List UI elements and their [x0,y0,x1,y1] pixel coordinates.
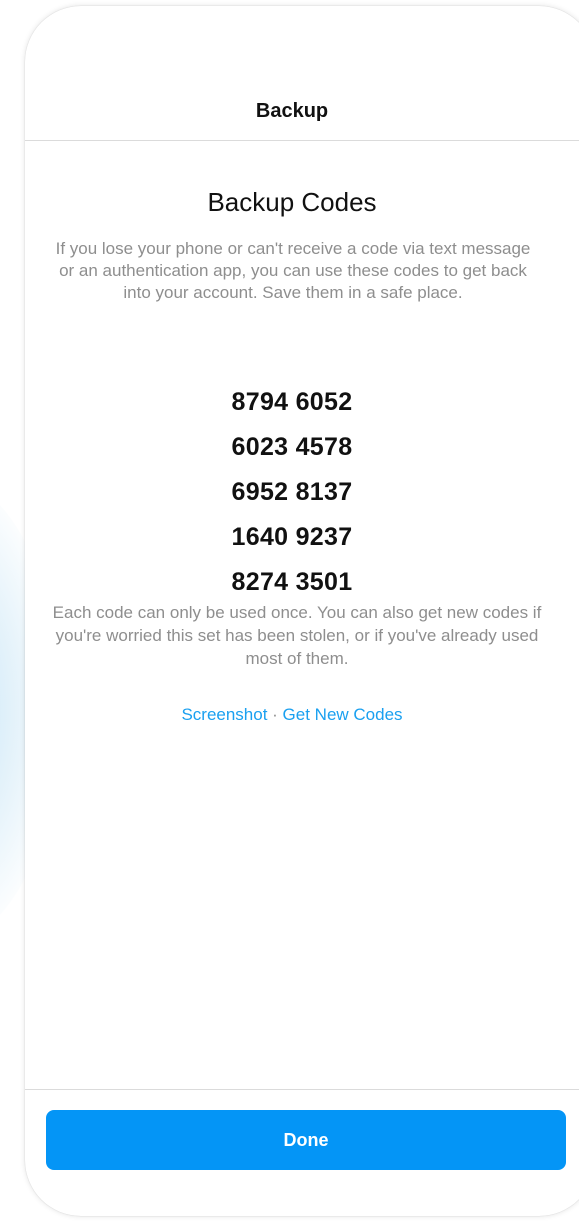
footer-divider [25,1089,579,1090]
screen: Backup Backup Codes If you lose your pho… [0,0,579,1221]
backup-code: 8794 6052 [231,388,353,416]
backup-code: 6952 8137 [231,478,353,506]
phone-frame: Backup Backup Codes If you lose your pho… [25,6,579,1216]
link-separator: · [267,705,283,724]
backup-code: 8274 3501 [231,568,353,596]
get-new-codes-link[interactable]: Get New Codes [283,705,403,724]
backup-code: 6023 4578 [231,433,353,461]
backup-codes-list: 8794 6052 6023 4578 6952 8137 1640 9237 … [25,380,577,605]
usage-note: Each code can only be used once. You can… [52,603,542,668]
backup-code: 1640 9237 [231,523,353,551]
action-links: Screenshot · Get New Codes [25,705,577,725]
done-button[interactable]: Done [46,1110,566,1170]
navigation-bar: Backup [25,6,579,141]
screenshot-link[interactable]: Screenshot [181,705,267,724]
page-title: Backup [255,100,329,122]
section-heading: Backup Codes [207,187,377,217]
description-text: If you lose your phone or can't receive … [55,239,531,302]
